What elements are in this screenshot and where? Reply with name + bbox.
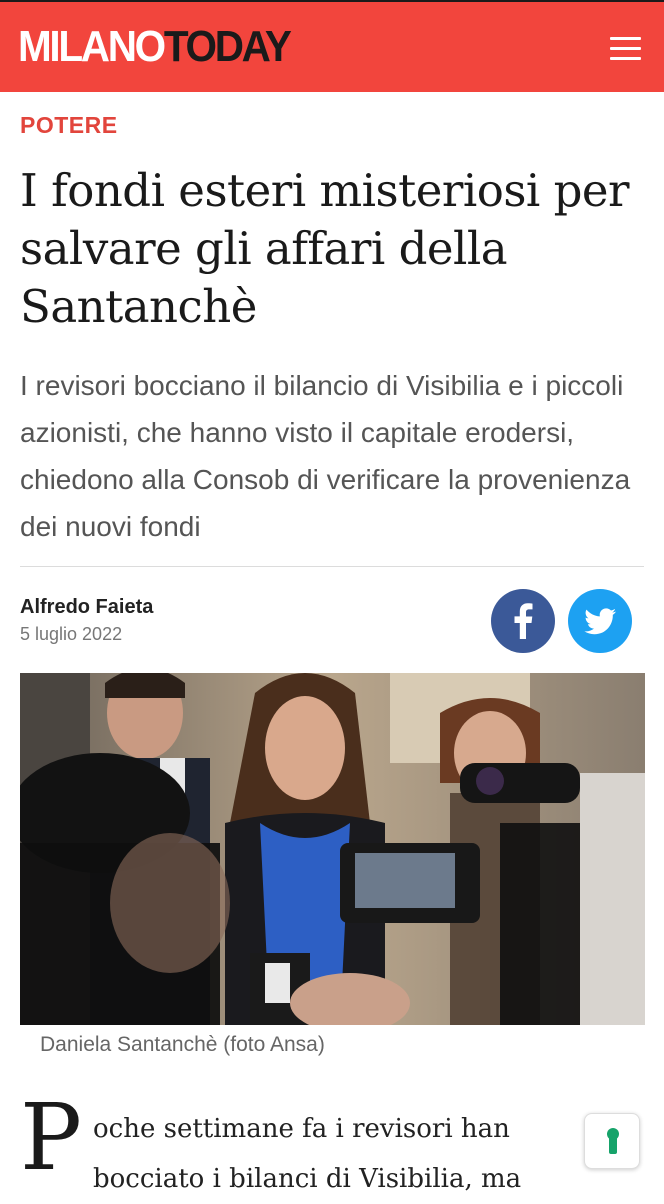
facebook-icon	[514, 603, 533, 639]
body-line: bocciato i bilanci di Visibilia, ma	[93, 1164, 522, 1194]
article-author[interactable]: Alfredo Faieta	[20, 596, 153, 619]
article-date: 5 luglio 2022	[20, 624, 123, 644]
twitter-icon	[584, 608, 616, 635]
top-bar: MILANOTODAY	[0, 0, 664, 92]
twitter-share-button[interactable]	[568, 589, 632, 653]
article-headline: I fondi esteri misteriosi per salvare gl…	[20, 164, 630, 333]
keyhole-icon	[607, 1128, 619, 1154]
logo-part-today: TODAY	[163, 22, 292, 71]
image-caption: Daniela Santanchè (foto Ansa)	[40, 1033, 325, 1056]
hamburger-menu-icon[interactable]	[598, 30, 642, 68]
divider	[20, 566, 644, 567]
dropcap-letter: P	[20, 1084, 82, 1191]
press-scrum-image	[20, 673, 645, 1025]
accessibility-button[interactable]	[584, 1113, 640, 1169]
facebook-share-button[interactable]	[491, 589, 555, 653]
article-body: oche settimane fa i revisori han bocciat…	[93, 1104, 613, 1204]
site-logo[interactable]: MILANOTODAY	[18, 22, 292, 71]
article-summary: I revisori bocciano il bilancio di Visib…	[20, 370, 631, 542]
logo-part-milano: MILANO	[18, 22, 166, 71]
article-category[interactable]: POTERE	[20, 112, 118, 139]
body-line: oche settimane fa i revisori han	[93, 1114, 510, 1144]
article-photo	[20, 673, 645, 1025]
